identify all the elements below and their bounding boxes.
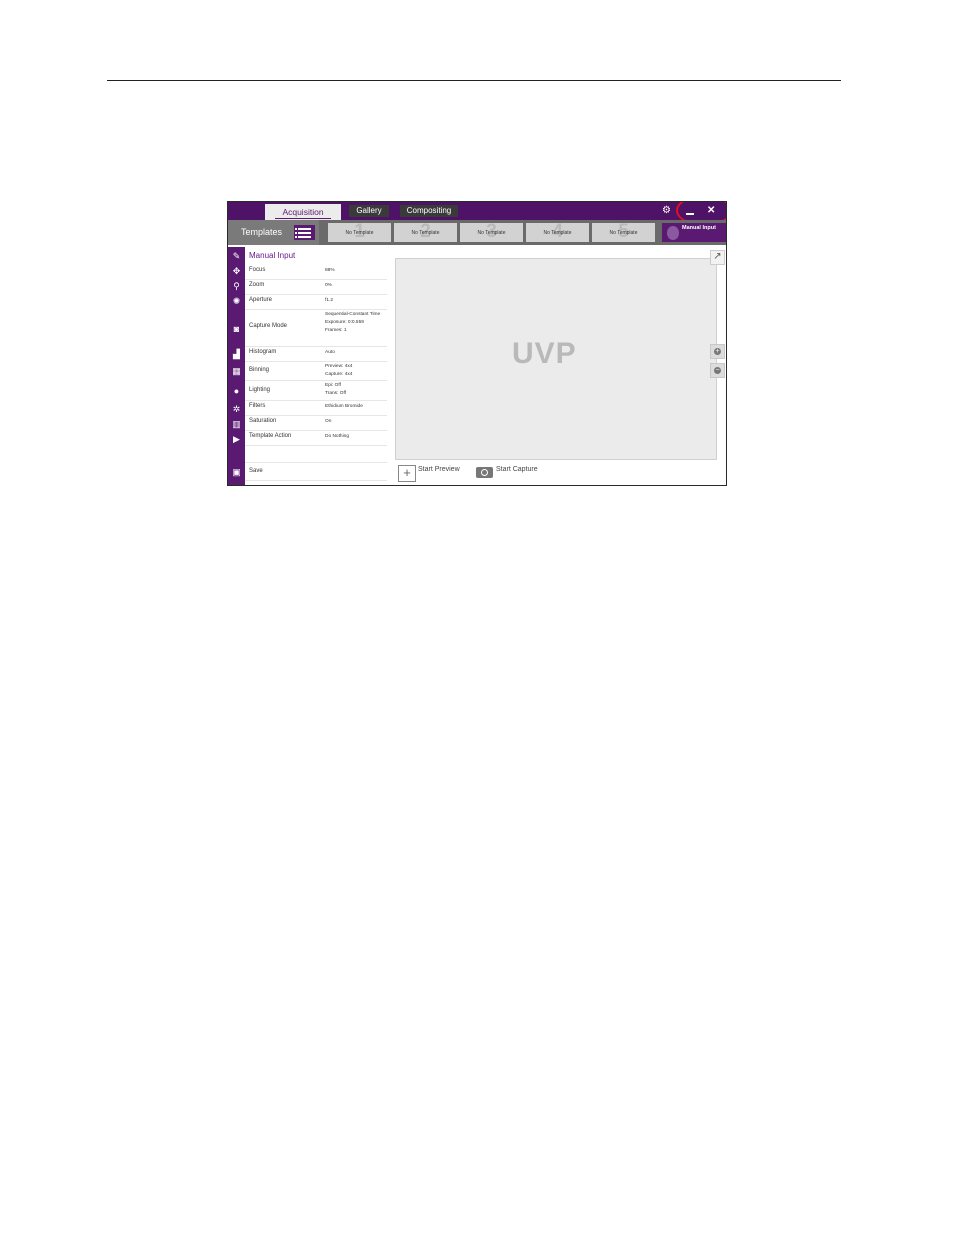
setting-key: Lighting bbox=[249, 387, 271, 393]
setting-key: Template Action bbox=[249, 433, 292, 439]
save-row[interactable]: Save bbox=[245, 462, 387, 481]
template-slot-label: No Template bbox=[609, 230, 638, 236]
setting-key: Zoom bbox=[249, 282, 265, 288]
saturation-icon[interactable]: ▥ bbox=[228, 418, 245, 430]
setting-row-focus[interactable]: Focus 88% bbox=[245, 264, 387, 280]
save-icon[interactable]: ▣ bbox=[228, 466, 245, 478]
uvp-logo: UVP bbox=[512, 337, 577, 370]
tab-gallery[interactable]: Gallery bbox=[349, 205, 389, 217]
settings-gear-icon[interactable]: ⚙ bbox=[662, 204, 671, 218]
template-action-icon[interactable]: ▶ bbox=[228, 433, 245, 445]
settings-header: Manual Input bbox=[249, 251, 296, 260]
template-slot-3[interactable]: 3 No Template bbox=[460, 221, 523, 242]
setting-row-filters[interactable]: Filters Ethidium Bromide bbox=[245, 400, 387, 416]
setting-key: Histogram bbox=[249, 349, 277, 355]
histogram-icon[interactable]: ▟ bbox=[228, 348, 245, 360]
tab-compositing[interactable]: Compositing bbox=[400, 205, 458, 217]
manual-input-label: Manual Input bbox=[682, 225, 716, 231]
zoom-icon[interactable]: ⚲ bbox=[228, 280, 245, 292]
setting-value: Sequential-Constant Time Exposure: 0:0.5… bbox=[325, 312, 381, 333]
setting-key: Aperture bbox=[249, 297, 273, 303]
setting-value: Auto bbox=[325, 350, 335, 355]
zoom-in-icon: + bbox=[714, 348, 721, 355]
setting-value: Ethidium Bromide bbox=[325, 404, 363, 409]
setting-row-histogram[interactable]: Histogram Auto bbox=[245, 346, 387, 362]
setting-row-template-action[interactable]: Template Action Do Nothing bbox=[245, 430, 387, 446]
camera-icon[interactable]: ◙ bbox=[228, 323, 245, 335]
hand-icon bbox=[667, 226, 679, 240]
template-slot-label: No Template bbox=[345, 230, 374, 236]
setting-key: Saturation bbox=[249, 418, 277, 424]
template-list-icon[interactable] bbox=[294, 225, 315, 240]
template-slot-label: No Template bbox=[543, 230, 572, 236]
setting-row-binning[interactable]: Binning Preview: 4x4 Capture: 4x4 bbox=[245, 361, 387, 381]
app-window: Acquisition Gallery Compositing ⚙ ✕ Temp… bbox=[227, 201, 727, 486]
template-slot-1[interactable]: 1 No Template bbox=[328, 221, 391, 242]
setting-row-aperture[interactable]: Aperture f1.2 bbox=[245, 294, 387, 310]
zoom-out-icon: − bbox=[714, 367, 721, 374]
setting-key: Capture Mode bbox=[249, 323, 288, 329]
camera-capture-icon[interactable] bbox=[476, 467, 493, 478]
image-preview-area[interactable]: UVP bbox=[395, 258, 717, 460]
page-header-rule bbox=[107, 80, 841, 81]
focus-icon[interactable]: ✥ bbox=[228, 265, 245, 277]
start-preview-icon[interactable]: + bbox=[398, 465, 416, 482]
settings-panel: Manual Input Focus 88% Zoom 0% Aperture … bbox=[245, 247, 387, 485]
template-slot-label: No Template bbox=[477, 230, 506, 236]
active-tab-underline bbox=[275, 218, 331, 219]
filters-icon[interactable]: ✲ bbox=[228, 403, 245, 415]
title-bar: Acquisition Gallery Compositing ⚙ ✕ bbox=[228, 202, 726, 220]
tab-acquisition[interactable]: Acquisition bbox=[265, 204, 341, 220]
setting-value: 88% bbox=[325, 268, 335, 273]
setting-key: Binning bbox=[249, 367, 270, 373]
aperture-icon[interactable]: ✺ bbox=[228, 295, 245, 307]
setting-value: On bbox=[325, 419, 332, 424]
setting-value: Do Nothing bbox=[325, 434, 349, 439]
settings-icon-strip: ✎ ✥ ⚲ ✺ ◙ ▟ ▦ ● ✲ ▥ ▶ ▣ bbox=[228, 247, 245, 485]
setting-key: Filters bbox=[249, 403, 266, 409]
setting-row-zoom[interactable]: Zoom 0% bbox=[245, 279, 387, 295]
template-slot-5[interactable]: 5 No Template bbox=[592, 221, 655, 242]
setting-row-lighting[interactable]: Lighting Epi: Off Trans: Off bbox=[245, 380, 387, 401]
setting-value: Epi: Off Trans: Off bbox=[325, 383, 347, 396]
templates-header: Templates bbox=[228, 220, 319, 245]
zoom-in-button[interactable]: + bbox=[710, 344, 725, 359]
binning-icon[interactable]: ▦ bbox=[228, 365, 245, 377]
setting-row-capture-mode[interactable]: Capture Mode Sequential-Constant Time Ex… bbox=[245, 309, 387, 347]
expand-icon[interactable]: ↗ bbox=[710, 250, 725, 265]
start-preview-button[interactable]: Start Preview bbox=[418, 466, 460, 473]
manual-input-slot[interactable]: Manual Input bbox=[662, 223, 726, 242]
lighting-icon[interactable]: ● bbox=[228, 385, 245, 397]
template-bar: Templates 1 No Template 2 No Template 3 … bbox=[228, 220, 726, 245]
pencil-icon[interactable]: ✎ bbox=[228, 250, 245, 262]
setting-key: Focus bbox=[249, 267, 266, 273]
zoom-out-button[interactable]: − bbox=[710, 363, 725, 378]
template-slot-label: No Template bbox=[411, 230, 440, 236]
save-label: Save bbox=[249, 468, 263, 474]
start-capture-button[interactable]: Start Capture bbox=[496, 466, 538, 473]
tab-acquisition-label: Acquisition bbox=[282, 207, 324, 217]
setting-row-saturation[interactable]: Saturation On bbox=[245, 415, 387, 431]
setting-value: Preview: 4x4 Capture: 4x4 bbox=[325, 364, 353, 377]
setting-value: f1.2 bbox=[325, 298, 334, 303]
template-slot-4[interactable]: 4 No Template bbox=[526, 221, 589, 242]
templates-title: Templates bbox=[241, 227, 283, 237]
template-slot-2[interactable]: 2 No Template bbox=[394, 221, 457, 242]
setting-value: 0% bbox=[325, 283, 332, 288]
